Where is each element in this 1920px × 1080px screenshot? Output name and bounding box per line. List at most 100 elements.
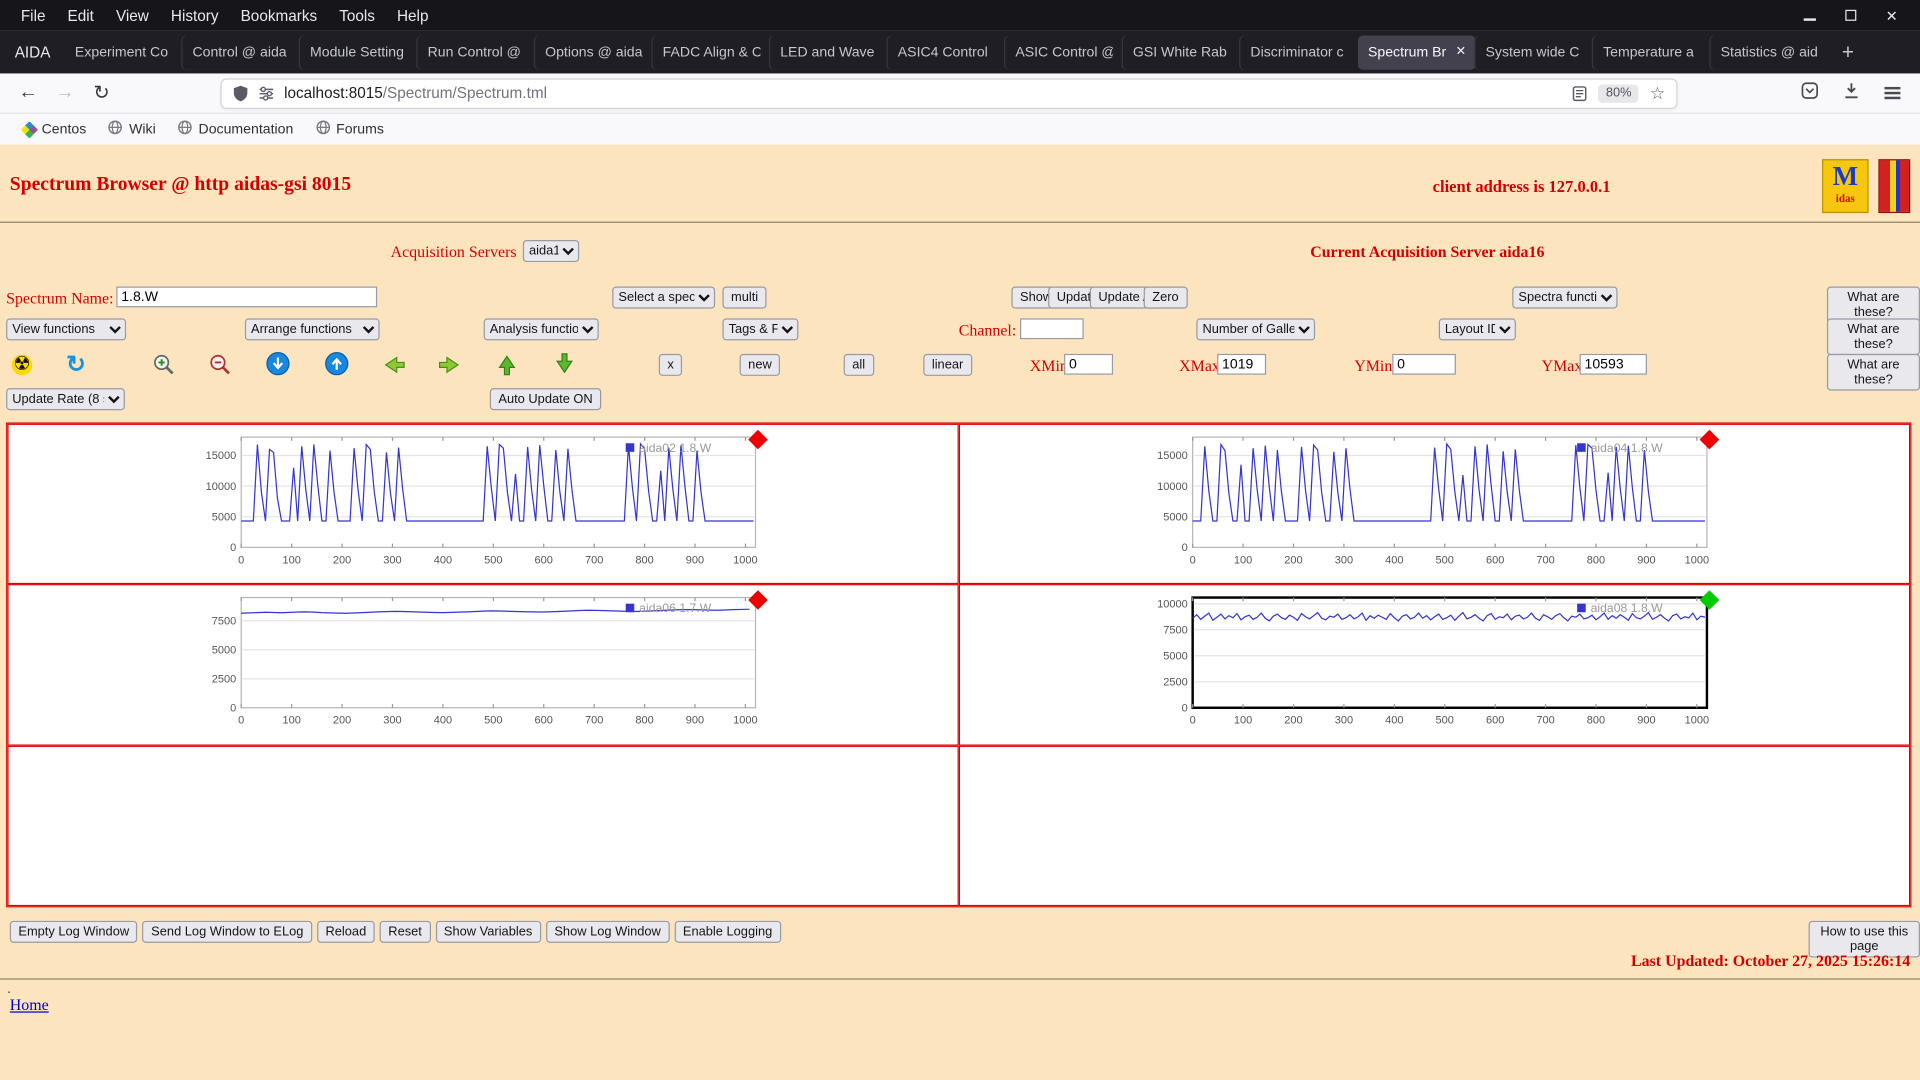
zoom-level-badge[interactable]: 80% xyxy=(1598,84,1638,102)
arrow-up-icon[interactable] xyxy=(493,350,520,377)
menu-help[interactable]: Help xyxy=(386,3,440,27)
spectrum-chart-aida04-1-8-w[interactable]: 0500010000150000100200300400500600700800… xyxy=(1139,429,1734,581)
view-functions-dropdown[interactable]: View functions xyxy=(6,318,126,340)
home-link[interactable]: Home xyxy=(10,996,49,1016)
gallery-cell-6[interactable] xyxy=(959,745,1910,906)
permissions-sliders-icon[interactable] xyxy=(258,85,274,101)
spectrum-chart-aida02-1-8-w[interactable]: 0500010000150000100200300400500600700800… xyxy=(187,429,782,581)
ymax-input[interactable] xyxy=(1580,354,1647,375)
radiation-icon[interactable]: ☢ xyxy=(9,351,36,378)
ymin-input[interactable] xyxy=(1392,354,1456,375)
tab-fadc-align-c[interactable]: FADC Align & C xyxy=(653,35,771,69)
number-of-galleries-dropdown[interactable]: Number of Galleries xyxy=(1196,318,1315,340)
bookmark-wiki[interactable]: Wiki xyxy=(97,118,166,141)
back-button[interactable]: ← xyxy=(10,82,47,104)
maximize-icon[interactable] xyxy=(1845,8,1856,23)
spectra-functions-dropdown[interactable]: Spectra functions xyxy=(1512,287,1617,309)
enable-logging-button[interactable]: Enable Logging xyxy=(674,921,781,943)
spectrum-chart-aida08-1-8-w[interactable]: 0250050007500100000100200300400500600700… xyxy=(1139,589,1734,741)
menu-history[interactable]: History xyxy=(160,3,230,27)
midas-logo-letter: M xyxy=(1823,160,1867,192)
show-variables-button[interactable]: Show Variables xyxy=(435,921,541,943)
bookmark-documentation[interactable]: Documentation xyxy=(167,118,305,141)
pocket-icon[interactable] xyxy=(1801,81,1818,104)
shield-icon[interactable] xyxy=(233,84,249,101)
arrow-left-icon[interactable] xyxy=(380,351,407,378)
spectrum-chart-aida06-1-7-w[interactable]: 0250050007500010020030040050060070080090… xyxy=(187,589,782,741)
menu-edit[interactable]: Edit xyxy=(57,3,105,27)
menu-bookmarks[interactable]: Bookmarks xyxy=(230,3,329,27)
tab-gsi-white-rab[interactable]: GSI White Rab xyxy=(1123,35,1241,69)
move-down-icon[interactable] xyxy=(264,350,291,377)
gallery-cell-1[interactable]: 0500010000150000100200300400500600700800… xyxy=(7,424,958,585)
tab-spectrum-br[interactable]: Spectrum Br✕ xyxy=(1358,35,1476,69)
forward-button[interactable]: → xyxy=(47,82,84,104)
xmax-input[interactable] xyxy=(1217,354,1266,375)
refresh-icon[interactable]: ↻ xyxy=(62,351,89,378)
tab-close-icon[interactable]: ✕ xyxy=(1456,45,1466,58)
new-button[interactable]: new xyxy=(740,354,781,376)
tab-module-setting[interactable]: Module Setting xyxy=(300,35,418,69)
tab-title: GSI White Rab xyxy=(1133,45,1231,60)
x-axis-button[interactable]: x xyxy=(659,354,683,376)
menu-tools[interactable]: Tools xyxy=(328,3,386,27)
arrow-down-icon[interactable] xyxy=(551,350,578,377)
auto-update-button[interactable]: Auto Update ON xyxy=(490,388,601,410)
close-window-icon[interactable]: ✕ xyxy=(1886,8,1898,23)
hamburger-menu-icon[interactable] xyxy=(1884,84,1900,103)
tab-options-aida[interactable]: Options @ aida xyxy=(535,35,653,69)
menu-view[interactable]: View xyxy=(105,3,160,27)
layout-id-dropdown[interactable]: Layout ID=8 xyxy=(1439,318,1516,340)
spectrum-name-input[interactable] xyxy=(116,287,377,308)
what-are-these-button-3[interactable]: What are these? xyxy=(1827,354,1920,391)
tab-discriminator-c[interactable]: Discriminator c xyxy=(1241,35,1359,69)
tab-run-control[interactable]: Run Control @ xyxy=(418,35,536,69)
gallery-cell-5[interactable] xyxy=(7,745,958,906)
reload-button[interactable]: ↻ xyxy=(83,81,120,105)
url-bar[interactable]: localhost:8015/Spectrum/Spectrum.tml 80%… xyxy=(220,78,1677,109)
reload-button[interactable]: Reload xyxy=(317,921,375,943)
bookmark-centos[interactable]: Centos xyxy=(12,118,97,141)
tags-fits-dropdown[interactable]: Tags & Fits xyxy=(722,318,798,340)
multi-button[interactable]: multi xyxy=(722,287,766,309)
what-are-these-button-2[interactable]: What are these? xyxy=(1827,318,1920,355)
select-spectrum-dropdown[interactable]: Select a spectrum xyxy=(612,287,715,309)
empty-log-window-button[interactable]: Empty Log Window xyxy=(10,921,138,943)
reader-mode-icon[interactable] xyxy=(1573,85,1588,101)
xmin-input[interactable] xyxy=(1064,354,1113,375)
minimize-icon[interactable] xyxy=(1804,8,1816,23)
gallery-cell-4[interactable]: 0250050007500100000100200300400500600700… xyxy=(959,584,1910,745)
update-rate-dropdown[interactable]: Update Rate (8 secs) xyxy=(6,388,125,410)
tab-title: Statistics @ aid xyxy=(1721,45,1819,60)
acquisition-server-select[interactable]: aida16 xyxy=(523,240,579,262)
tab-experiment-co[interactable]: Experiment Co xyxy=(65,35,183,69)
analysis-functions-dropdown[interactable]: Analysis functions xyxy=(484,318,599,340)
new-tab-button[interactable]: + xyxy=(1828,40,1867,64)
downloads-icon[interactable] xyxy=(1843,81,1860,104)
tab-system-wide-c[interactable]: System wide C xyxy=(1476,35,1594,69)
zoom-out-icon[interactable] xyxy=(207,351,234,378)
gallery-cell-3[interactable]: 0250050007500010020030040050060070080090… xyxy=(7,584,958,745)
tab-statistics-aid[interactable]: Statistics @ aid xyxy=(1711,35,1829,69)
zoom-in-icon[interactable] xyxy=(151,351,178,378)
all-button[interactable]: all xyxy=(844,354,874,376)
arrange-functions-dropdown[interactable]: Arrange functions xyxy=(245,318,380,340)
tab-temperature-a[interactable]: Temperature a xyxy=(1593,35,1711,69)
gallery-cell-2[interactable]: 0500010000150000100200300400500600700800… xyxy=(959,424,1910,585)
reset-button[interactable]: Reset xyxy=(380,921,431,943)
channel-input[interactable] xyxy=(1020,318,1084,339)
linear-button[interactable]: linear xyxy=(923,354,972,376)
tab-asic4-control[interactable]: ASIC4 Control xyxy=(888,35,1006,69)
bookmark-forums[interactable]: Forums xyxy=(304,118,395,141)
arrow-right-icon[interactable] xyxy=(436,351,463,378)
tab-title: System wide C xyxy=(1486,45,1584,60)
send-log-window-to-elog-button[interactable]: Send Log Window to ELog xyxy=(143,921,312,943)
show-log-window-button[interactable]: Show Log Window xyxy=(546,921,670,943)
zero-button[interactable]: Zero xyxy=(1144,287,1188,309)
tab-led-and-wave[interactable]: LED and Wave xyxy=(770,35,888,69)
bookmark-star-icon[interactable]: ☆ xyxy=(1650,83,1665,104)
tab-asic-control[interactable]: ASIC Control @ xyxy=(1006,35,1124,69)
move-up-icon[interactable] xyxy=(323,350,350,377)
menu-file[interactable]: File xyxy=(10,3,57,27)
tab-control-aida[interactable]: Control @ aida xyxy=(183,35,301,69)
